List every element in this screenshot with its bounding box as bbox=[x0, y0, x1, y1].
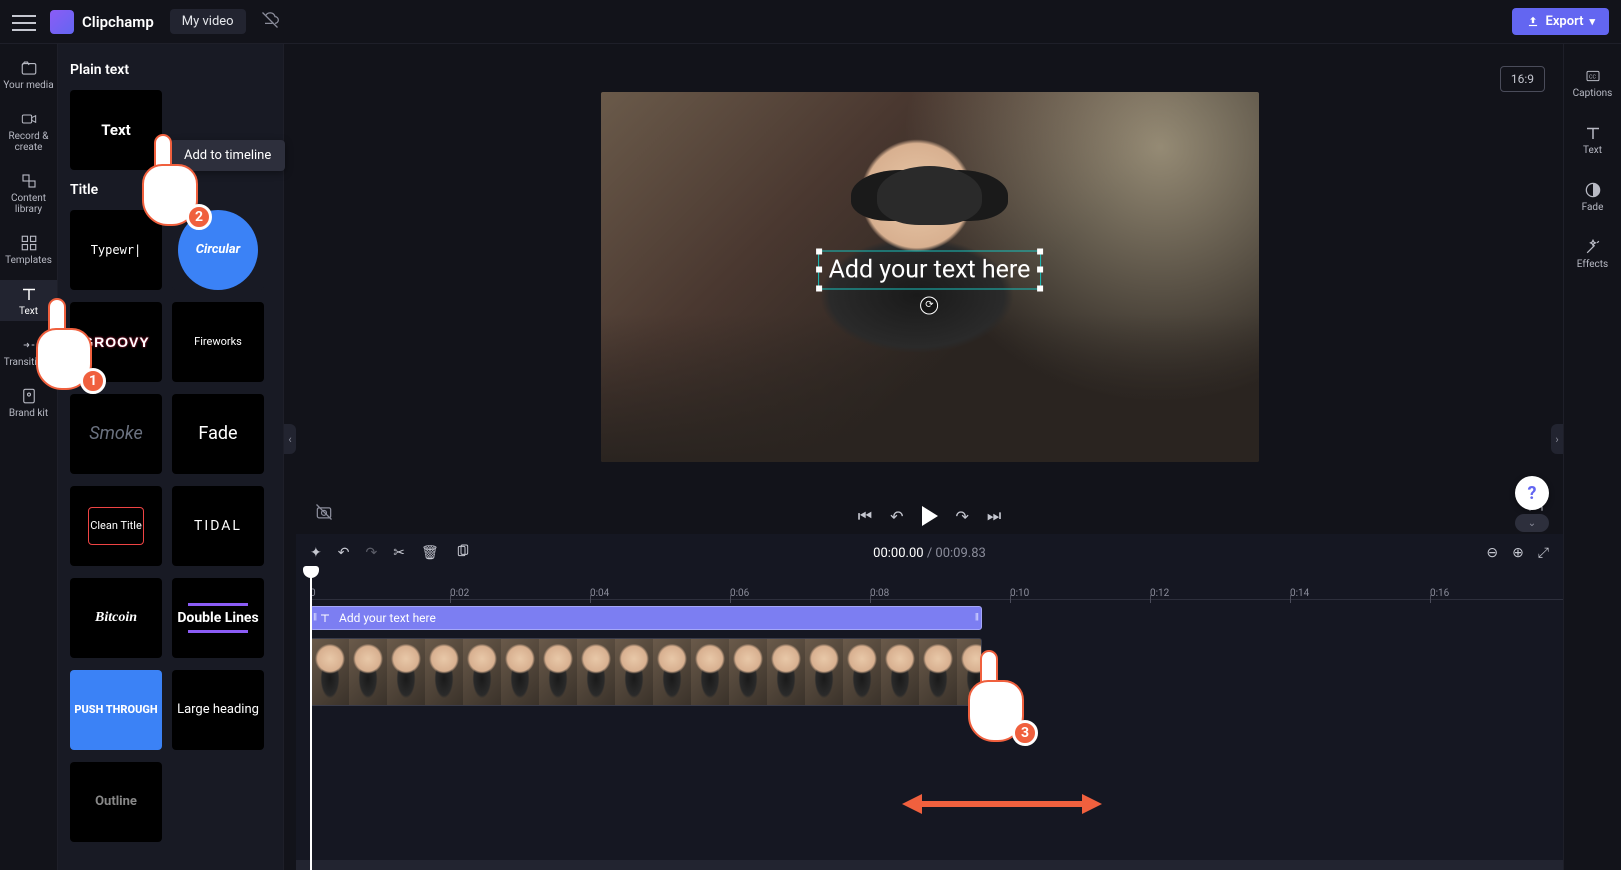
timeline-ruler[interactable]: 0 0:02 0:04 0:06 0:08 0:10 0:12 0:14 0:1… bbox=[310, 572, 1563, 600]
time-display: 00:00.00 / 00:09.83 bbox=[873, 546, 986, 561]
preview-area: 16:9 Add your text here ⟳ ⏮ ↶ ↷ ⏭ bbox=[296, 44, 1563, 534]
captions-icon: CC bbox=[1564, 66, 1621, 86]
step-badge-1: 1 bbox=[80, 368, 106, 394]
forward-5-icon[interactable]: ↷ bbox=[956, 507, 969, 526]
playback-controls: ⏮ ↶ ↷ ⏭ bbox=[296, 506, 1563, 526]
text-icon bbox=[319, 612, 331, 624]
resize-handle-icon[interactable] bbox=[1037, 267, 1043, 273]
aspect-ratio-selector[interactable]: 16:9 bbox=[1500, 66, 1545, 92]
topbar: Clipchamp My video Export ▾ bbox=[0, 0, 1621, 44]
help-button[interactable]: ? bbox=[1515, 476, 1549, 510]
fit-zoom-icon[interactable]: ⤢ bbox=[1538, 545, 1549, 561]
right-item-effects[interactable]: Effects bbox=[1564, 233, 1621, 274]
svg-text:CC: CC bbox=[1589, 75, 1596, 81]
library-icon bbox=[0, 171, 57, 191]
resize-handle-icon[interactable] bbox=[1037, 248, 1043, 254]
overlay-text-content: Add your text here bbox=[829, 255, 1031, 284]
redo-icon[interactable]: ↷ bbox=[365, 545, 377, 561]
tips-toggle-icon[interactable]: ⌄ bbox=[1515, 514, 1549, 532]
text-icon bbox=[0, 284, 57, 304]
resize-handle-icon[interactable] bbox=[816, 285, 822, 291]
zoom-out-icon[interactable]: ⊖ bbox=[1486, 545, 1498, 561]
tile-fireworks[interactable]: Fireworks bbox=[172, 302, 264, 382]
export-label: Export bbox=[1546, 14, 1584, 29]
resize-handle-icon[interactable] bbox=[816, 248, 822, 254]
sidebar-item-your-media[interactable]: Your media bbox=[0, 54, 57, 95]
collapse-right-panel-button[interactable]: › bbox=[1551, 424, 1563, 454]
text-icon bbox=[1564, 123, 1621, 143]
resize-arrow-icon bbox=[902, 786, 1102, 822]
tile-smoke[interactable]: Smoke bbox=[70, 394, 162, 474]
right-item-text[interactable]: Text bbox=[1564, 119, 1621, 160]
right-item-captions[interactable]: CC Captions bbox=[1564, 62, 1621, 103]
text-clip-label: Add your text here bbox=[339, 611, 436, 625]
sidebar-item-record-create[interactable]: Record & create bbox=[0, 105, 57, 157]
text-overlay-box[interactable]: Add your text here ⟳ bbox=[818, 250, 1042, 289]
skip-start-icon[interactable]: ⏮ bbox=[858, 506, 872, 526]
duplicate-icon[interactable] bbox=[455, 543, 471, 563]
auto-tool-icon[interactable]: ✦ bbox=[310, 545, 322, 561]
sidebar-item-templates[interactable]: Templates bbox=[0, 229, 57, 270]
playhead[interactable] bbox=[310, 572, 312, 870]
effects-icon bbox=[1564, 237, 1621, 257]
timeline-toolbar: ✦ ↶ ↷ ✂ 🗑 00:00.00 / 00:09.83 ⊖ ⊕ ⤢ bbox=[296, 534, 1563, 572]
tile-double-lines[interactable]: Double Lines bbox=[172, 578, 264, 658]
zoom-in-icon[interactable]: ⊕ bbox=[1512, 545, 1524, 561]
clipchamp-logo-icon bbox=[50, 10, 74, 34]
play-button-icon[interactable] bbox=[922, 506, 938, 526]
split-icon[interactable]: ✂ bbox=[393, 545, 405, 561]
delete-icon[interactable]: 🗑 bbox=[421, 545, 439, 561]
video-clip[interactable] bbox=[310, 638, 982, 706]
tile-outline[interactable]: Outline bbox=[70, 762, 162, 842]
templates-icon bbox=[0, 233, 57, 253]
tile-tidal[interactable]: TIDAL bbox=[172, 486, 264, 566]
rotate-handle-icon[interactable]: ⟳ bbox=[921, 296, 939, 314]
tile-fade[interactable]: Fade bbox=[172, 394, 264, 474]
sidebar-item-content-library[interactable]: Content library bbox=[0, 167, 57, 219]
undo-icon[interactable]: ↶ bbox=[338, 545, 350, 561]
project-title[interactable]: My video bbox=[170, 9, 246, 34]
rewind-5-icon[interactable]: ↶ bbox=[890, 507, 903, 526]
tile-large-heading[interactable]: Large heading bbox=[172, 670, 264, 750]
text-clip[interactable]: Add your text here bbox=[310, 606, 982, 630]
resize-handle-icon[interactable] bbox=[816, 267, 822, 273]
tile-bitcoin[interactable]: Bitcoin bbox=[70, 578, 162, 658]
camera-icon bbox=[0, 109, 57, 129]
video-canvas[interactable]: Add your text here ⟳ bbox=[601, 92, 1259, 462]
instruction-hand-2: 2 bbox=[138, 146, 206, 226]
step-badge-3: 3 bbox=[1012, 720, 1038, 746]
brand-name: Clipchamp bbox=[82, 13, 154, 31]
timeline: ✦ ↶ ↷ ✂ 🗑 00:00.00 / 00:09.83 ⊖ ⊕ ⤢ 0 0:… bbox=[296, 534, 1563, 870]
fade-icon bbox=[1564, 180, 1621, 200]
duration: 00:09.83 bbox=[935, 546, 985, 561]
skip-end-icon[interactable]: ⏭ bbox=[987, 506, 1001, 526]
current-time: 00:00.00 bbox=[873, 546, 923, 561]
hamburger-menu-icon[interactable] bbox=[12, 10, 36, 34]
chevron-down-icon: ▾ bbox=[1589, 15, 1595, 28]
instruction-hand-1: 1 bbox=[32, 310, 100, 390]
resize-handle-icon[interactable] bbox=[1037, 285, 1043, 291]
export-button[interactable]: Export ▾ bbox=[1512, 8, 1609, 35]
left-sidebar: Your media Record & create Content libra… bbox=[0, 44, 58, 870]
instruction-hand-3: 3 bbox=[964, 662, 1032, 742]
plain-text-section-title: Plain text bbox=[70, 62, 271, 78]
cloud-sync-off-icon[interactable] bbox=[260, 10, 280, 34]
media-icon bbox=[0, 58, 57, 78]
tile-push-through[interactable]: PUSH THROUGH bbox=[70, 670, 162, 750]
collapse-panel-button[interactable]: ‹ bbox=[284, 424, 296, 454]
bottom-hint-bar bbox=[296, 860, 1563, 870]
tile-clean-title[interactable]: Clean Title bbox=[70, 486, 162, 566]
step-badge-2: 2 bbox=[186, 204, 212, 230]
tracks-container: Add your text here bbox=[310, 600, 1549, 706]
right-sidebar: CC Captions Text Fade Effects bbox=[1563, 44, 1621, 870]
right-item-fade[interactable]: Fade bbox=[1564, 176, 1621, 217]
